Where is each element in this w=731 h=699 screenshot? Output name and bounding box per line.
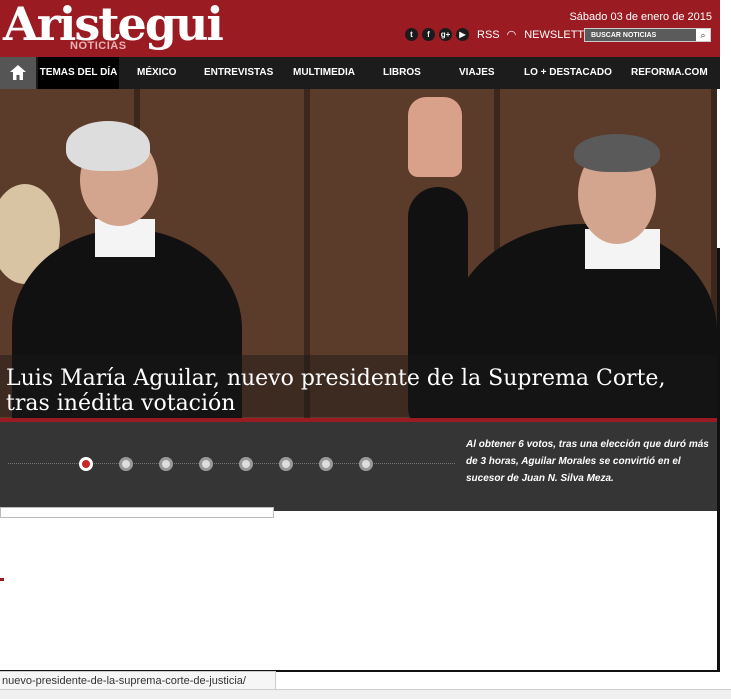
browser-bottom-bar <box>0 689 731 699</box>
raised-hand <box>408 97 462 177</box>
judge-right-hair <box>574 134 660 172</box>
slider-dot-8[interactable] <box>359 457 373 471</box>
content-area <box>0 511 720 671</box>
nav-entrevistas[interactable]: ENTREVISTAS <box>204 57 273 89</box>
google-plus-icon[interactable]: g+ <box>439 28 452 41</box>
slider-dot-5[interactable] <box>239 457 253 471</box>
logo-subtext: NOTICIAS <box>70 40 127 52</box>
youtube-icon[interactable]: ▶ <box>456 28 469 41</box>
search-box: ⌕ <box>584 28 711 42</box>
slider-dot-1[interactable] <box>79 457 93 471</box>
search-input[interactable] <box>585 29 696 41</box>
slider-dot-3[interactable] <box>159 457 173 471</box>
accent-mark <box>0 578 4 581</box>
home-icon <box>10 65 26 80</box>
search-icon[interactable]: ⌕ <box>696 29 710 41</box>
facebook-icon[interactable]: f <box>422 28 435 41</box>
slider-dot-6[interactable] <box>279 457 293 471</box>
status-bar-url: nuevo-presidente-de-la-suprema-corte-de-… <box>0 671 276 689</box>
site-header: Aristegui NOTICIAS Sábado 03 de enero de… <box>0 0 720 57</box>
nav-libros[interactable]: LIBROS <box>383 57 421 89</box>
judge-left-hair <box>66 121 150 171</box>
slider-track <box>8 463 455 467</box>
social-links: t f g+ ▶ RSS ◠ NEWSLETTER <box>405 28 599 41</box>
current-date: Sábado 03 de enero de 2015 <box>569 11 712 23</box>
nav-lo-mas-destacado[interactable]: LO + DESTACADO <box>524 57 612 89</box>
slider-dot-4[interactable] <box>199 457 213 471</box>
hero-headline[interactable]: Luis María Aguilar, nuevo presidente de … <box>6 366 711 416</box>
link-tooltip <box>0 507 274 518</box>
nav-reforma[interactable]: REFORMA.COM <box>631 57 708 89</box>
nav-multimedia[interactable]: MULTIMEDIA <box>293 57 355 89</box>
site-logo[interactable]: Aristegui NOTICIAS <box>3 0 224 52</box>
nav-viajes[interactable]: VIAJES <box>459 57 495 89</box>
slider-dot-7[interactable] <box>319 457 333 471</box>
nav-temas-del-dia[interactable]: TEMAS DEL DÍA <box>38 57 119 89</box>
home-button[interactable] <box>0 57 36 89</box>
rss-link[interactable]: RSS <box>477 29 500 41</box>
nav-mexico[interactable]: MÉXICO <box>137 57 176 89</box>
rss-icon[interactable]: ◠ <box>507 28 517 41</box>
hero-summary: Al obtener 6 votos, tras una elección qu… <box>466 439 709 484</box>
slider-dot-2[interactable] <box>119 457 133 471</box>
page-border-right <box>717 248 720 672</box>
main-nav: TEMAS DEL DÍA MÉXICO ENTREVISTAS MULTIME… <box>0 57 720 89</box>
twitter-icon[interactable]: t <box>405 28 418 41</box>
